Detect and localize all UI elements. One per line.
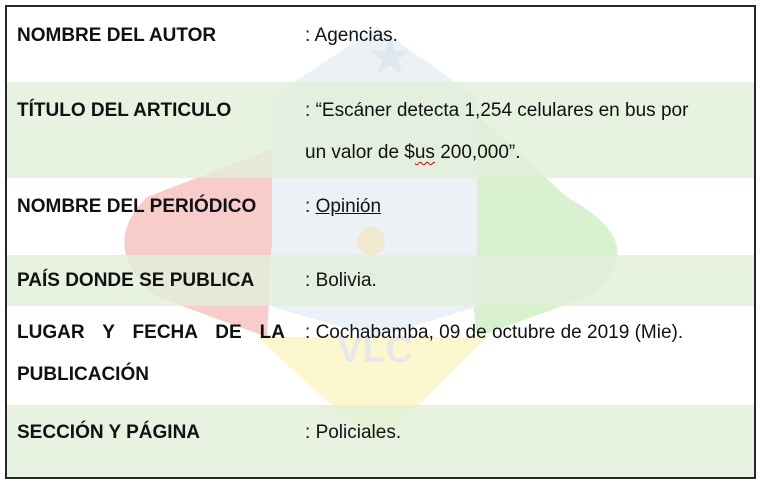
- table-row-section: SECCIÓN Y PÁGINA : Policiales.: [7, 405, 754, 477]
- row-label: PAÍS DONDE SE PUBLICA: [17, 270, 255, 291]
- row-label: TÍTULO DEL ARTICULO: [17, 100, 232, 121]
- row-value: : Opinión: [305, 196, 382, 217]
- row-value: : Agencias.: [305, 25, 398, 46]
- row-label: NOMBRE DEL AUTOR: [17, 25, 217, 46]
- row-value: : “Escáner detecta 1,254 celulares en bu…: [305, 100, 689, 163]
- row-label: SECCIÓN Y PÁGINA: [17, 422, 201, 443]
- table-row-author: NOMBRE DEL AUTOR : Agencias.: [7, 7, 754, 82]
- newspaper-link[interactable]: Opinión: [316, 196, 382, 217]
- table-row-newspaper: NOMBRE DEL PERIÓDICO : Opinión: [7, 178, 754, 255]
- row-label: NOMBRE DEL PERIÓDICO: [17, 196, 257, 217]
- table-row-place-date: LUGAR Y FECHA DE LA PUBLICACIÓN : Cochab…: [7, 306, 754, 405]
- row-value: : Policiales.: [305, 422, 402, 443]
- row-value: : Cochabamba, 09 de octubre de 2019 (Mie…: [305, 322, 684, 343]
- table-row-country: PAÍS DONDE SE PUBLICA : Bolivia.: [7, 255, 754, 306]
- spellcheck-underline: us: [414, 142, 435, 163]
- row-value: : Bolivia.: [305, 270, 377, 291]
- table-frame: VLC NOMBRE DEL AUTOR : Agencias. TÍTULO …: [5, 5, 756, 479]
- row-label: LUGAR Y FECHA DE LA PUBLICACIÓN: [17, 322, 285, 385]
- table-row-title: TÍTULO DEL ARTICULO : “Escáner detecta 1…: [7, 82, 754, 178]
